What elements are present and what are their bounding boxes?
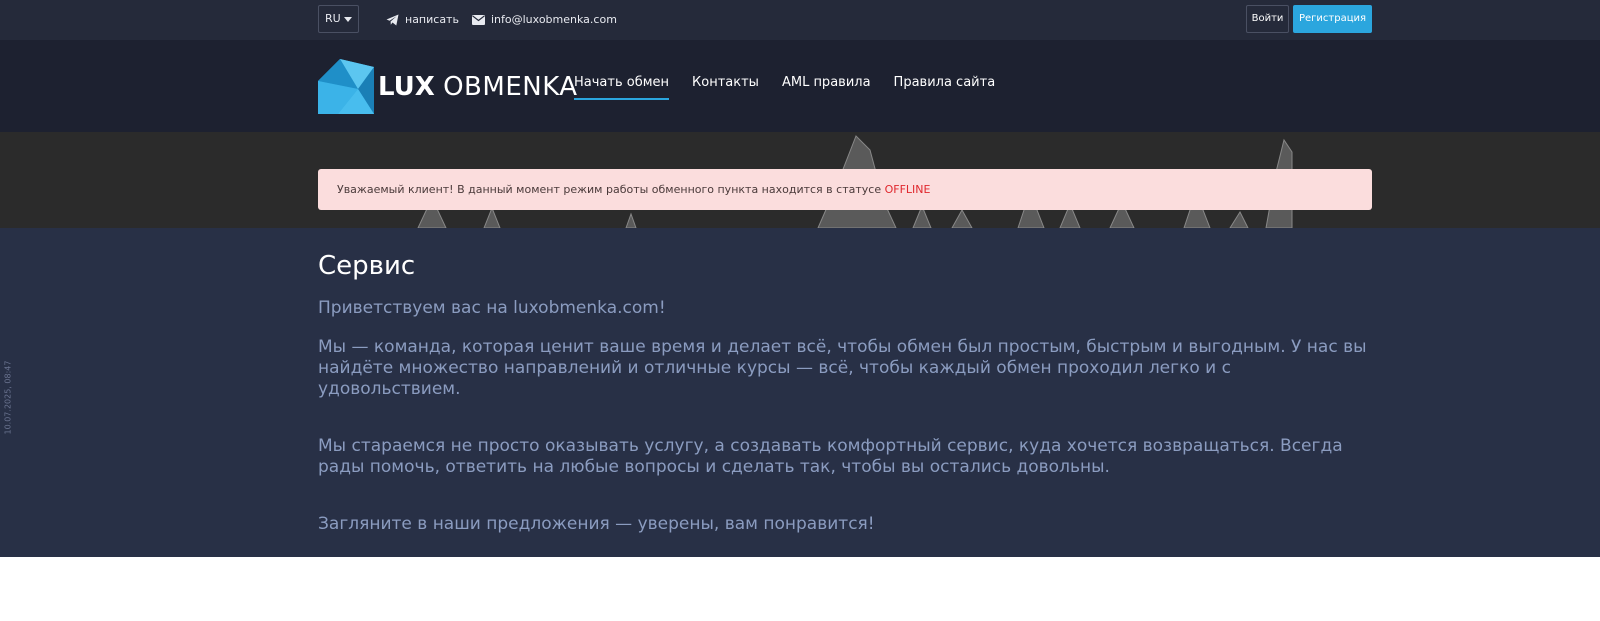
- logo-text: LUX OBMENKA: [378, 71, 578, 103]
- alert-message: Уважаемый клиент! В данный момент режим …: [337, 183, 882, 196]
- language-selector[interactable]: RU: [318, 5, 359, 33]
- chevron-down-icon: [344, 17, 352, 22]
- content-inner: Сервис Приветствуем вас на luxobmenka.co…: [318, 249, 1378, 535]
- login-button[interactable]: Войти: [1246, 5, 1289, 33]
- top-bar: RU написать info@luxobmenka.com Войти Ре…: [0, 0, 1600, 40]
- paragraph-about: Мы — команда, которая ценит ваше время и…: [318, 337, 1367, 399]
- write-link-label: написать: [405, 13, 459, 26]
- nav-item-site-rules[interactable]: Правила сайта: [894, 74, 996, 100]
- email-link-label: info@luxobmenka.com: [491, 13, 617, 26]
- main-content: Сервис Приветствуем вас на luxobmenka.co…: [0, 228, 1600, 557]
- nav-item-contacts[interactable]: Контакты: [692, 74, 759, 100]
- paragraph-service: Мы стараемся не просто оказывать услугу,…: [318, 436, 1343, 477]
- telegram-icon: [386, 14, 399, 26]
- offline-alert: Уважаемый клиент! В данный момент режим …: [318, 169, 1372, 210]
- site-logo[interactable]: LUX OBMENKA: [318, 59, 577, 114]
- nav-item-start-exchange[interactable]: Начать обмен: [574, 74, 670, 100]
- write-link[interactable]: написать: [386, 12, 459, 28]
- site-header: LUX OBMENKA Начать обмен Контакты AML пр…: [0, 40, 1600, 132]
- language-value: RU: [325, 12, 341, 25]
- register-button[interactable]: Регистрация: [1293, 5, 1372, 33]
- paragraph-offers: Загляните в наши предложения — уверены, …: [318, 514, 875, 534]
- logo-light-text: OBMENKA: [443, 72, 578, 102]
- page-title: Сервис: [318, 251, 416, 281]
- side-timestamp: 10.07.2025, 08:47: [0, 340, 16, 460]
- envelope-icon: [472, 15, 485, 25]
- status-badge: OFFLINE: [884, 183, 931, 196]
- main-nav: Начать обмен Контакты AML правила Правил…: [574, 74, 995, 100]
- diamond-logo-icon: [318, 59, 374, 114]
- nav-item-aml-rules[interactable]: AML правила: [782, 74, 871, 100]
- side-timestamp-text: 10.07.2025, 08:47: [3, 360, 13, 435]
- email-link[interactable]: info@luxobmenka.com: [472, 12, 617, 28]
- paragraph-welcome: Приветствуем вас на luxobmenka.com!: [318, 298, 666, 318]
- logo-bold-text: LUX: [378, 72, 435, 102]
